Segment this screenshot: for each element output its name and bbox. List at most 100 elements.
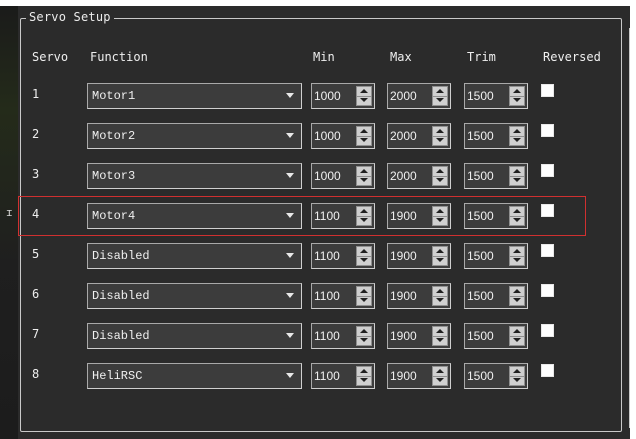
dropdown-button[interactable]: [279, 124, 301, 148]
spin-down-button[interactable]: [510, 216, 524, 225]
function-select[interactable]: Motor4: [87, 203, 302, 229]
min-value[interactable]: 1000: [314, 164, 354, 188]
spin-down-button[interactable]: [433, 176, 447, 185]
trim-spinbox[interactable]: 1500: [464, 123, 528, 149]
min-spinbox[interactable]: 1000: [311, 123, 375, 149]
spin-buttons[interactable]: [432, 246, 448, 266]
max-value[interactable]: 1900: [390, 284, 430, 308]
max-spinbox[interactable]: 2000: [387, 163, 451, 189]
spin-down-button[interactable]: [433, 216, 447, 225]
min-value[interactable]: 1100: [314, 364, 354, 388]
spin-buttons[interactable]: [432, 286, 448, 306]
trim-spinbox[interactable]: 1500: [464, 163, 528, 189]
spin-down-button[interactable]: [510, 96, 524, 105]
min-spinbox[interactable]: 1100: [311, 323, 375, 349]
spin-buttons[interactable]: [356, 366, 372, 386]
max-spinbox[interactable]: 1900: [387, 203, 451, 229]
max-value[interactable]: 2000: [390, 84, 430, 108]
function-select[interactable]: Disabled: [87, 243, 302, 269]
spin-down-button[interactable]: [510, 176, 524, 185]
spin-down-button[interactable]: [357, 376, 371, 385]
spin-buttons[interactable]: [356, 326, 372, 346]
function-select[interactable]: Disabled: [87, 283, 302, 309]
trim-value[interactable]: 1500: [467, 284, 507, 308]
min-spinbox[interactable]: 1100: [311, 203, 375, 229]
spin-buttons[interactable]: [509, 86, 525, 106]
spin-down-button[interactable]: [510, 376, 524, 385]
spin-down-button[interactable]: [357, 136, 371, 145]
reversed-checkbox[interactable]: [541, 364, 554, 377]
spin-buttons[interactable]: [509, 206, 525, 226]
dropdown-button[interactable]: [279, 84, 301, 108]
min-value[interactable]: 1100: [314, 244, 354, 268]
max-value[interactable]: 2000: [390, 124, 430, 148]
function-select[interactable]: Motor1: [87, 83, 302, 109]
spin-down-button[interactable]: [357, 256, 371, 265]
spin-down-button[interactable]: [433, 336, 447, 345]
trim-spinbox[interactable]: 1500: [464, 363, 528, 389]
reversed-checkbox[interactable]: [541, 244, 554, 257]
trim-value[interactable]: 1500: [467, 124, 507, 148]
spin-buttons[interactable]: [356, 286, 372, 306]
spin-buttons[interactable]: [356, 126, 372, 146]
dropdown-button[interactable]: [279, 244, 301, 268]
spin-buttons[interactable]: [356, 166, 372, 186]
max-spinbox[interactable]: 1900: [387, 243, 451, 269]
dropdown-button[interactable]: [279, 164, 301, 188]
spin-buttons[interactable]: [432, 86, 448, 106]
function-select[interactable]: Motor2: [87, 123, 302, 149]
trim-spinbox[interactable]: 1500: [464, 283, 528, 309]
trim-value[interactable]: 1500: [467, 204, 507, 228]
max-value[interactable]: 1900: [390, 364, 430, 388]
spin-down-button[interactable]: [357, 336, 371, 345]
max-spinbox[interactable]: 1900: [387, 283, 451, 309]
trim-value[interactable]: 1500: [467, 364, 507, 388]
trim-spinbox[interactable]: 1500: [464, 203, 528, 229]
spin-buttons[interactable]: [356, 86, 372, 106]
reversed-checkbox[interactable]: [541, 324, 554, 337]
min-spinbox[interactable]: 1100: [311, 283, 375, 309]
function-select[interactable]: HeliRSC: [87, 363, 302, 389]
function-select[interactable]: Motor3: [87, 163, 302, 189]
spin-down-button[interactable]: [510, 136, 524, 145]
max-spinbox[interactable]: 1900: [387, 323, 451, 349]
min-spinbox[interactable]: 1100: [311, 363, 375, 389]
max-spinbox[interactable]: 1900: [387, 363, 451, 389]
min-spinbox[interactable]: 1000: [311, 83, 375, 109]
spin-down-button[interactable]: [357, 216, 371, 225]
spin-buttons[interactable]: [509, 326, 525, 346]
spin-down-button[interactable]: [510, 256, 524, 265]
spin-down-button[interactable]: [433, 296, 447, 305]
spin-buttons[interactable]: [509, 166, 525, 186]
min-value[interactable]: 1000: [314, 84, 354, 108]
reversed-checkbox[interactable]: [541, 284, 554, 297]
spin-buttons[interactable]: [356, 246, 372, 266]
spin-buttons[interactable]: [509, 366, 525, 386]
max-value[interactable]: 2000: [390, 164, 430, 188]
min-value[interactable]: 1000: [314, 124, 354, 148]
spin-down-button[interactable]: [433, 136, 447, 145]
spin-down-button[interactable]: [357, 176, 371, 185]
trim-spinbox[interactable]: 1500: [464, 243, 528, 269]
reversed-checkbox[interactable]: [541, 164, 554, 177]
spin-buttons[interactable]: [356, 206, 372, 226]
min-spinbox[interactable]: 1100: [311, 243, 375, 269]
min-value[interactable]: 1100: [314, 204, 354, 228]
spin-buttons[interactable]: [432, 326, 448, 346]
spin-buttons[interactable]: [509, 286, 525, 306]
trim-value[interactable]: 1500: [467, 84, 507, 108]
trim-value[interactable]: 1500: [467, 164, 507, 188]
spin-down-button[interactable]: [510, 296, 524, 305]
spin-buttons[interactable]: [432, 366, 448, 386]
max-spinbox[interactable]: 2000: [387, 123, 451, 149]
dropdown-button[interactable]: [279, 284, 301, 308]
max-value[interactable]: 1900: [390, 204, 430, 228]
function-select[interactable]: Disabled: [87, 323, 302, 349]
spin-down-button[interactable]: [357, 96, 371, 105]
dropdown-button[interactable]: [279, 324, 301, 348]
max-spinbox[interactable]: 2000: [387, 83, 451, 109]
trim-value[interactable]: 1500: [467, 244, 507, 268]
trim-value[interactable]: 1500: [467, 324, 507, 348]
trim-spinbox[interactable]: 1500: [464, 323, 528, 349]
min-value[interactable]: 1100: [314, 284, 354, 308]
